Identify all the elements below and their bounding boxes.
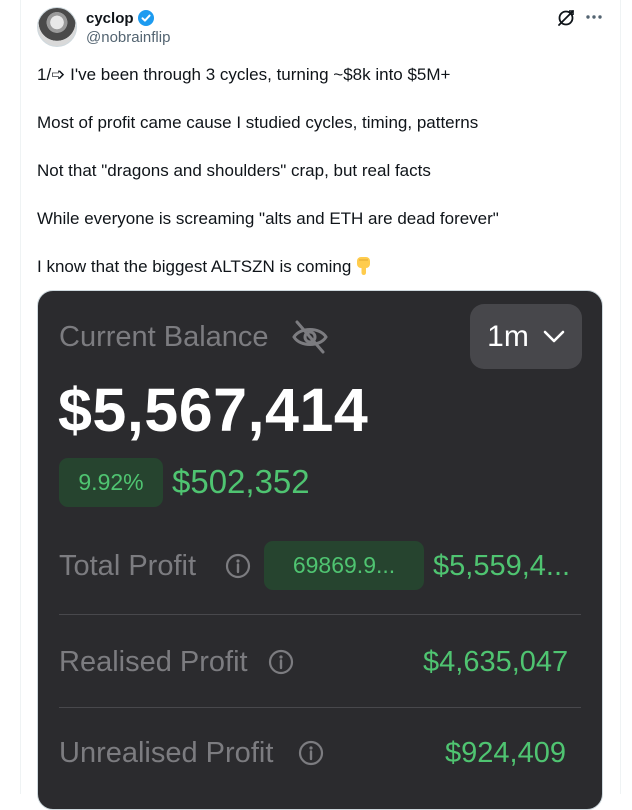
more-icon[interactable] — [584, 8, 604, 28]
total-profit-percent-badge: 69869.9... — [264, 541, 424, 590]
author-handle[interactable]: @nobrainflip — [86, 29, 170, 46]
realised-profit-amount: $4,635,047 — [423, 646, 569, 678]
portfolio-screenshot[interactable]: Current Balance 1m $5,567,414 9.92% $502… — [37, 290, 603, 810]
realised-profit-label: Realised Profit — [59, 646, 248, 678]
period-dropdown[interactable]: 1m — [470, 304, 582, 369]
tweet-line-1: 1/➩ I've been through 3 cycles, turning … — [37, 65, 451, 84]
info-icon[interactable] — [298, 740, 324, 766]
tweet-line-5-text: I know that the biggest ALTSZN is coming — [37, 257, 352, 276]
change-amount: $502,352 — [172, 463, 310, 500]
current-balance-label: Current Balance — [59, 321, 269, 353]
author-row: cyclop — [86, 8, 154, 28]
unrealised-profit-amount: $924,409 — [445, 737, 566, 769]
card-border-right — [620, 0, 621, 794]
tweet-line-5: I know that the biggest ALTSZN is coming — [37, 256, 597, 278]
chevron-down-icon — [543, 330, 565, 342]
period-label: 1m — [487, 319, 529, 353]
divider — [59, 707, 581, 708]
eye-off-icon[interactable] — [291, 319, 329, 355]
verified-badge-icon — [137, 10, 154, 26]
divider — [59, 614, 581, 615]
total-profit-amount: $5,559,4... — [433, 550, 571, 582]
total-profit-label: Total Profit — [59, 550, 196, 582]
avatar[interactable] — [37, 7, 77, 47]
card-border-left — [20, 0, 21, 794]
author-name[interactable]: cyclop — [86, 10, 134, 27]
unrealised-profit-label: Unrealised Profit — [59, 737, 274, 769]
tweet-line-4: While everyone is screaming "alts and ET… — [37, 209, 499, 228]
grok-icon[interactable] — [556, 8, 576, 28]
info-icon[interactable] — [225, 553, 251, 579]
tweet-line-3: Not that "dragons and shoulders" crap, b… — [37, 161, 431, 180]
current-balance-value: $5,567,414 — [58, 376, 369, 444]
info-icon[interactable] — [268, 649, 294, 675]
tweet-line-2: Most of profit came cause I studied cycl… — [37, 113, 479, 132]
change-percent-badge: 9.92% — [59, 458, 163, 507]
pointing-down-emoji — [354, 256, 374, 276]
